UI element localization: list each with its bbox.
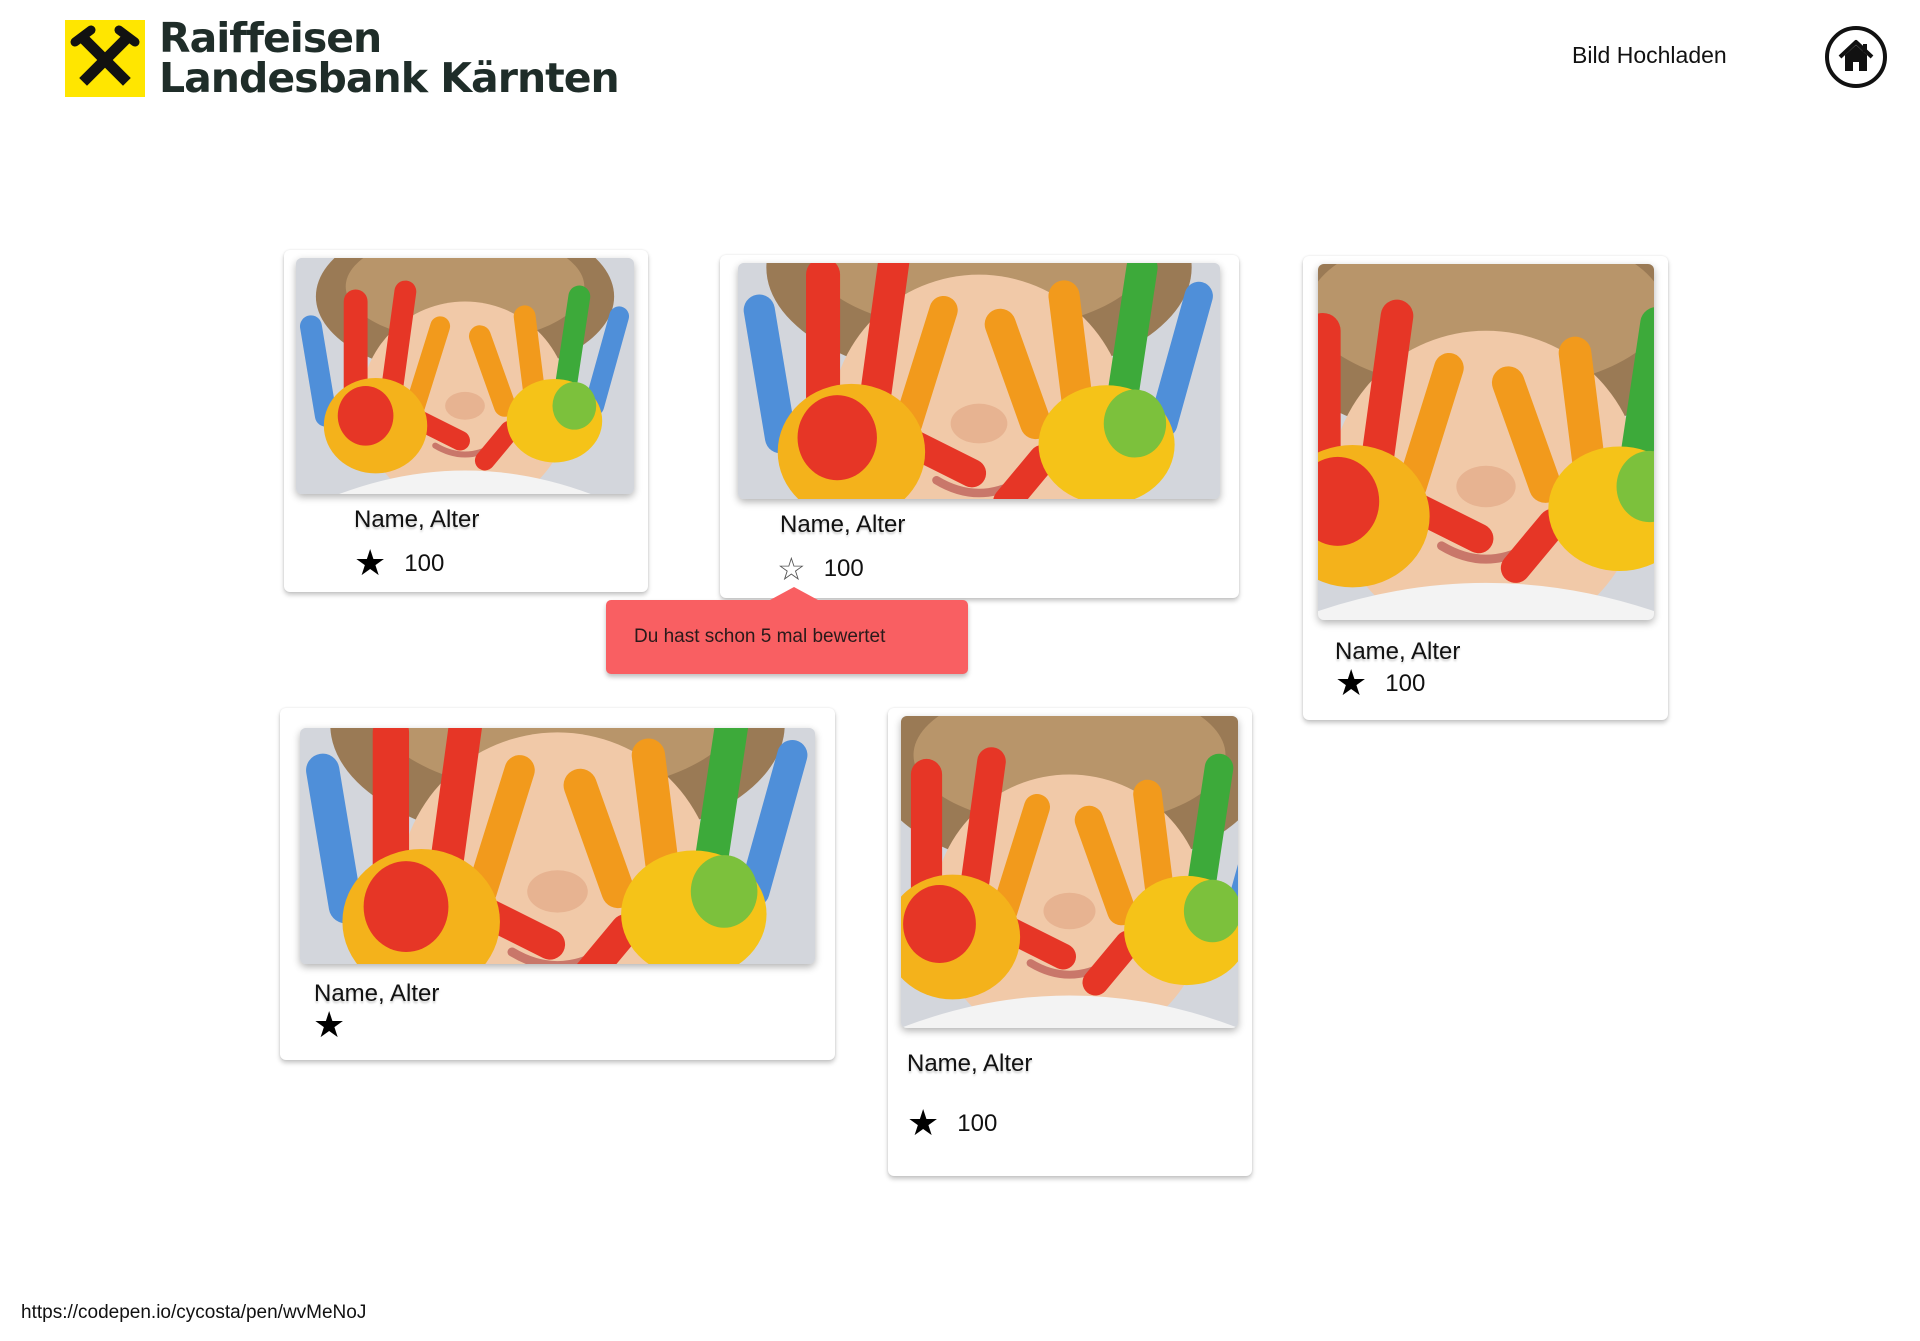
card-photo[interactable] [1318, 264, 1654, 620]
photo-card-1[interactable]: Name, Alter ★ 100 [284, 250, 648, 592]
card-name: Name, Alter [314, 980, 440, 1007]
card-name: Name, Alter [354, 506, 480, 533]
card-name: Name, Alter [1335, 638, 1461, 665]
raiffeisen-cross-icon [65, 19, 145, 97]
tooltip-text: Du hast schon 5 mal bewertet [634, 626, 886, 647]
photo-card-5[interactable]: Name, Alter ★ 100 [888, 708, 1252, 1176]
photo-card-3[interactable]: Name, Alter ★ 100 [1303, 256, 1668, 720]
card-rating: ★ 100 [354, 546, 444, 582]
card-photo[interactable] [296, 258, 634, 494]
card-rating: ★ [313, 1008, 345, 1044]
star-filled-icon[interactable]: ★ [313, 1008, 345, 1044]
home-icon [1838, 40, 1874, 71]
brand-logo[interactable]: Raiffeisen Landesbank Kärnten [65, 14, 620, 102]
star-filled-icon[interactable]: ★ [1335, 666, 1367, 702]
rating-score: 100 [1385, 670, 1426, 697]
card-rating: ★ 100 [907, 1106, 997, 1142]
star-empty-icon[interactable]: ☆ [777, 551, 806, 587]
card-photo[interactable] [901, 716, 1238, 1028]
rating-score: 100 [404, 550, 445, 577]
card-photo[interactable] [738, 263, 1220, 499]
photo-card-4[interactable]: Name, Alter ★ [280, 708, 835, 1060]
card-rating: ★ 100 [1335, 666, 1425, 702]
brand-name: Raiffeisen Landesbank Kärnten [159, 14, 620, 102]
star-filled-icon[interactable]: ★ [354, 546, 386, 582]
rating-score: 100 [957, 1110, 998, 1137]
photo-card-2[interactable]: Name, Alter ☆ 100 [720, 255, 1239, 598]
rating-score: 100 [823, 555, 864, 582]
home-button[interactable] [1825, 26, 1887, 88]
brand-name-line1: Raiffeisen [159, 14, 382, 62]
card-name: Name, Alter [780, 511, 906, 538]
star-filled-icon[interactable]: ★ [907, 1106, 939, 1142]
source-url[interactable]: https://codepen.io/cycosta/pen/wvMeNoJ [21, 1302, 366, 1324]
card-photo[interactable] [300, 728, 815, 964]
rating-limit-tooltip: Du hast schon 5 mal bewertet [606, 587, 968, 674]
upload-image-link[interactable]: Bild Hochladen [1572, 42, 1727, 69]
card-rating: ☆ 100 [777, 551, 864, 587]
card-name: Name, Alter [907, 1050, 1033, 1077]
brand-name-line2: Landesbank Kärnten [159, 54, 620, 102]
